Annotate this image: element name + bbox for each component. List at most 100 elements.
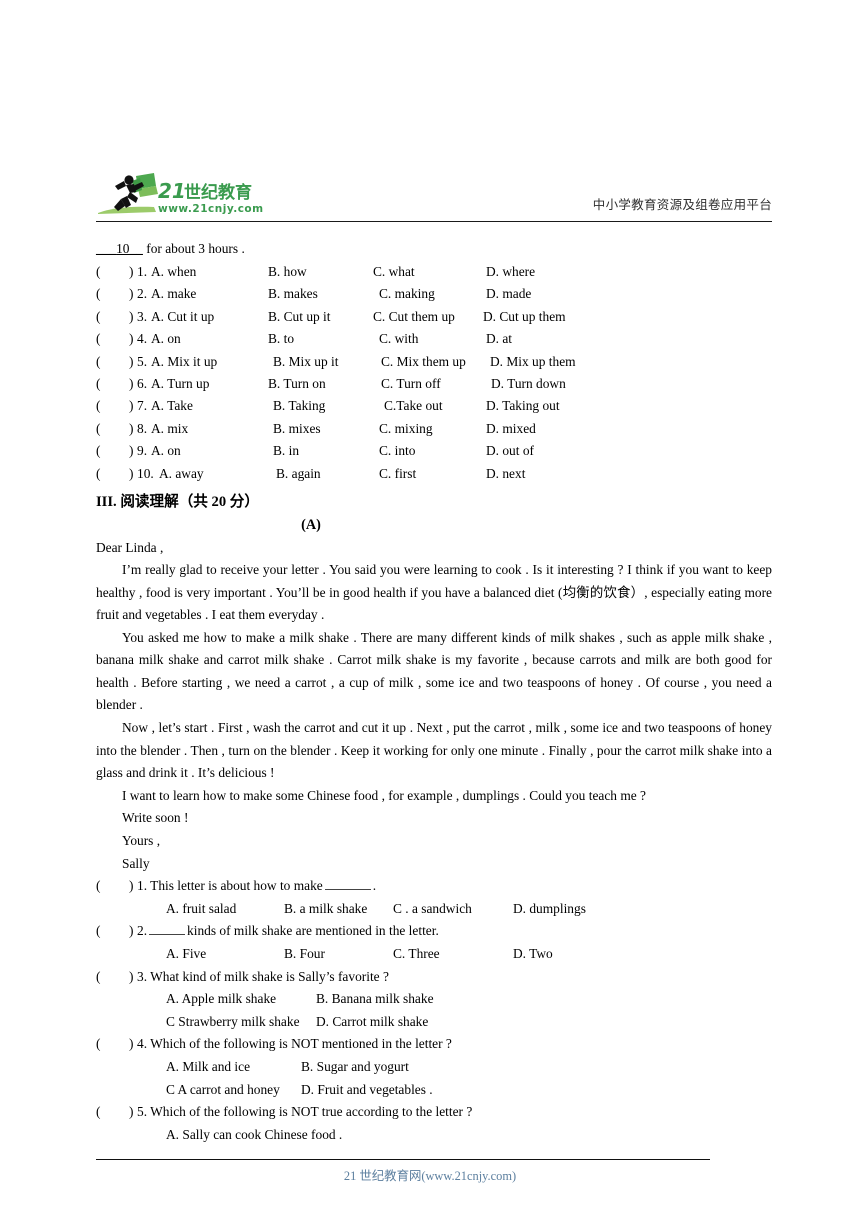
question-number: 4. bbox=[137, 1036, 148, 1052]
option-a[interactable]: A. make bbox=[151, 283, 196, 305]
header-tagline: 中小学教育资源及组卷应用平台 bbox=[592, 197, 772, 212]
cloze-row-9: ( ) 9. A. on B. in C. into D. out of bbox=[96, 440, 772, 462]
option-a[interactable]: A. Cut it up bbox=[151, 306, 214, 328]
cloze-lead-blank-prefix: ___ bbox=[96, 241, 117, 256]
option-b[interactable]: B. again bbox=[276, 463, 321, 485]
question-number: 7. bbox=[137, 398, 148, 414]
option-a[interactable]: A. Take bbox=[151, 395, 193, 417]
option-b[interactable]: B. Banana milk shake bbox=[316, 988, 434, 1011]
option-b[interactable]: B. mixes bbox=[273, 418, 321, 440]
question-stem: 1. This letter is about how to make. bbox=[137, 875, 376, 898]
option-a[interactable]: A. away bbox=[159, 463, 204, 485]
answer-paren-open: ( bbox=[96, 331, 101, 347]
option-c[interactable]: C Strawberry milk shake bbox=[166, 1011, 300, 1034]
option-c[interactable]: C . a sandwich bbox=[393, 898, 472, 921]
answer-paren-close: ) bbox=[129, 420, 134, 436]
option-a[interactable]: A. on bbox=[151, 328, 181, 350]
option-b[interactable]: B. a milk shake bbox=[284, 898, 367, 921]
option-d[interactable]: D. Taking out bbox=[486, 395, 560, 417]
option-a[interactable]: A. Sally can cook Chinese food . bbox=[166, 1124, 342, 1147]
answer-paren-open: ( bbox=[96, 443, 101, 459]
cloze-row-1: ( ) 1. A. when B. how C. what D. where bbox=[96, 261, 772, 283]
option-b[interactable]: B. Mix up it bbox=[273, 351, 338, 373]
option-d[interactable]: D. Cut up them bbox=[483, 306, 566, 328]
question-stem-tail: kinds of milk shake are mentioned in the… bbox=[187, 923, 439, 939]
answer-paren-open: ( bbox=[96, 1036, 101, 1052]
option-c[interactable]: C. Turn off bbox=[381, 373, 441, 395]
option-c[interactable]: C. into bbox=[379, 440, 415, 462]
answer-paren-close: ) bbox=[129, 308, 134, 324]
option-d[interactable]: D. where bbox=[486, 261, 535, 283]
cloze-row-2: ( ) 2. A. make B. makes C. making D. mad… bbox=[96, 283, 772, 305]
option-b[interactable]: B. Cut up it bbox=[268, 306, 331, 328]
cloze-row-8: ( ) 8. A. mix B. mixes C. mixing D. mixe… bbox=[96, 418, 772, 440]
answer-paren-close: ) bbox=[129, 923, 134, 939]
option-b[interactable]: B. Turn on bbox=[268, 373, 326, 395]
option-d[interactable]: D. dumplings bbox=[513, 898, 586, 921]
cloze-lead-blank-suffix: __ bbox=[129, 241, 143, 256]
letter-closing-yours: Yours , bbox=[122, 833, 161, 849]
option-a[interactable]: A. when bbox=[151, 261, 196, 283]
answer-paren-open: ( bbox=[96, 465, 101, 481]
question-number: 6. bbox=[137, 375, 148, 391]
answer-paren-close: ) bbox=[129, 286, 134, 302]
brand-logo: 21 世纪教育 www.21cnjy.com bbox=[96, 172, 276, 220]
option-c[interactable]: C. Three bbox=[393, 943, 440, 966]
option-b[interactable]: B. how bbox=[268, 261, 307, 283]
question-number: 2. bbox=[137, 923, 148, 939]
option-a[interactable]: A. Mix it up bbox=[151, 351, 217, 373]
answer-paren-close: ) bbox=[129, 465, 134, 481]
option-a[interactable]: A. on bbox=[151, 440, 181, 462]
option-d[interactable]: D. Mix up them bbox=[490, 351, 576, 373]
reading-question-2-options: A. Five B. Four C. Three D. Two bbox=[96, 943, 772, 966]
option-a[interactable]: A. mix bbox=[151, 418, 188, 440]
option-b[interactable]: B. Sugar and yogurt bbox=[301, 1056, 409, 1079]
option-d[interactable]: D. Turn down bbox=[491, 373, 566, 395]
option-c[interactable]: C. making bbox=[379, 283, 435, 305]
answer-paren-open: ( bbox=[96, 264, 101, 279]
answer-paren-close: ) bbox=[129, 264, 134, 279]
option-c[interactable]: C. first bbox=[379, 463, 416, 485]
option-c[interactable]: C.Take out bbox=[384, 395, 443, 417]
option-a[interactable]: A. Turn up bbox=[151, 373, 209, 395]
option-d[interactable]: D. Carrot milk shake bbox=[316, 1011, 428, 1034]
option-c[interactable]: C. Mix them up bbox=[381, 351, 466, 373]
option-c[interactable]: C. Cut them up bbox=[373, 306, 455, 328]
option-a[interactable]: A. Five bbox=[166, 943, 206, 966]
option-d[interactable]: D. made bbox=[486, 283, 531, 305]
cloze-lead-number: 10 bbox=[116, 241, 130, 256]
cloze-row-4: ( ) 4. A. on B. to C. with D. at bbox=[96, 328, 772, 350]
option-b[interactable]: B. to bbox=[268, 328, 294, 350]
reading-question-3-options-row2: C Strawberry milk shake D. Carrot milk s… bbox=[96, 1011, 772, 1034]
answer-paren-close: ) bbox=[129, 353, 134, 369]
option-a[interactable]: A. fruit salad bbox=[166, 898, 236, 921]
option-a[interactable]: A. Apple milk shake bbox=[166, 988, 276, 1011]
option-b[interactable]: B. makes bbox=[268, 283, 318, 305]
answer-paren-open: ( bbox=[96, 923, 101, 939]
option-c[interactable]: C A carrot and honey bbox=[166, 1079, 280, 1102]
option-d[interactable]: D. Two bbox=[513, 943, 553, 966]
option-d[interactable]: D. Fruit and vegetables . bbox=[301, 1079, 433, 1102]
svg-text:www.21cnjy.com: www.21cnjy.com bbox=[158, 203, 264, 215]
option-a[interactable]: A. Milk and ice bbox=[166, 1056, 250, 1079]
answer-blank[interactable] bbox=[324, 877, 371, 891]
option-d[interactable]: D. out of bbox=[486, 440, 534, 462]
option-b[interactable]: B. Four bbox=[284, 943, 325, 966]
cloze-row-5: ( ) 5. A. Mix it up B. Mix up it C. Mix … bbox=[96, 351, 772, 373]
answer-blank[interactable] bbox=[149, 922, 186, 936]
page-header: 21 世纪教育 www.21cnjy.com 中小学教育资源及组卷应用平台 bbox=[96, 172, 772, 222]
letter-salutation: Dear Linda , bbox=[96, 539, 164, 555]
question-number: 2. bbox=[137, 286, 148, 302]
option-c[interactable]: C. what bbox=[373, 261, 415, 283]
letter-paragraph-2: You asked me how to make a milk shake . … bbox=[96, 629, 772, 713]
svg-text:世纪教育: 世纪教育 bbox=[184, 182, 252, 203]
reading-question-3: ( ) 3. What kind of milk shake is Sally’… bbox=[96, 966, 772, 989]
option-b[interactable]: B. in bbox=[273, 440, 299, 462]
option-d[interactable]: D. mixed bbox=[486, 418, 536, 440]
option-c[interactable]: C. with bbox=[379, 328, 418, 350]
question-stem: 2. kinds of milk shake are mentioned in t… bbox=[137, 920, 439, 943]
option-c[interactable]: C. mixing bbox=[379, 418, 433, 440]
option-d[interactable]: D. at bbox=[486, 328, 512, 350]
option-b[interactable]: B. Taking bbox=[273, 395, 325, 417]
option-d[interactable]: D. next bbox=[486, 463, 525, 485]
